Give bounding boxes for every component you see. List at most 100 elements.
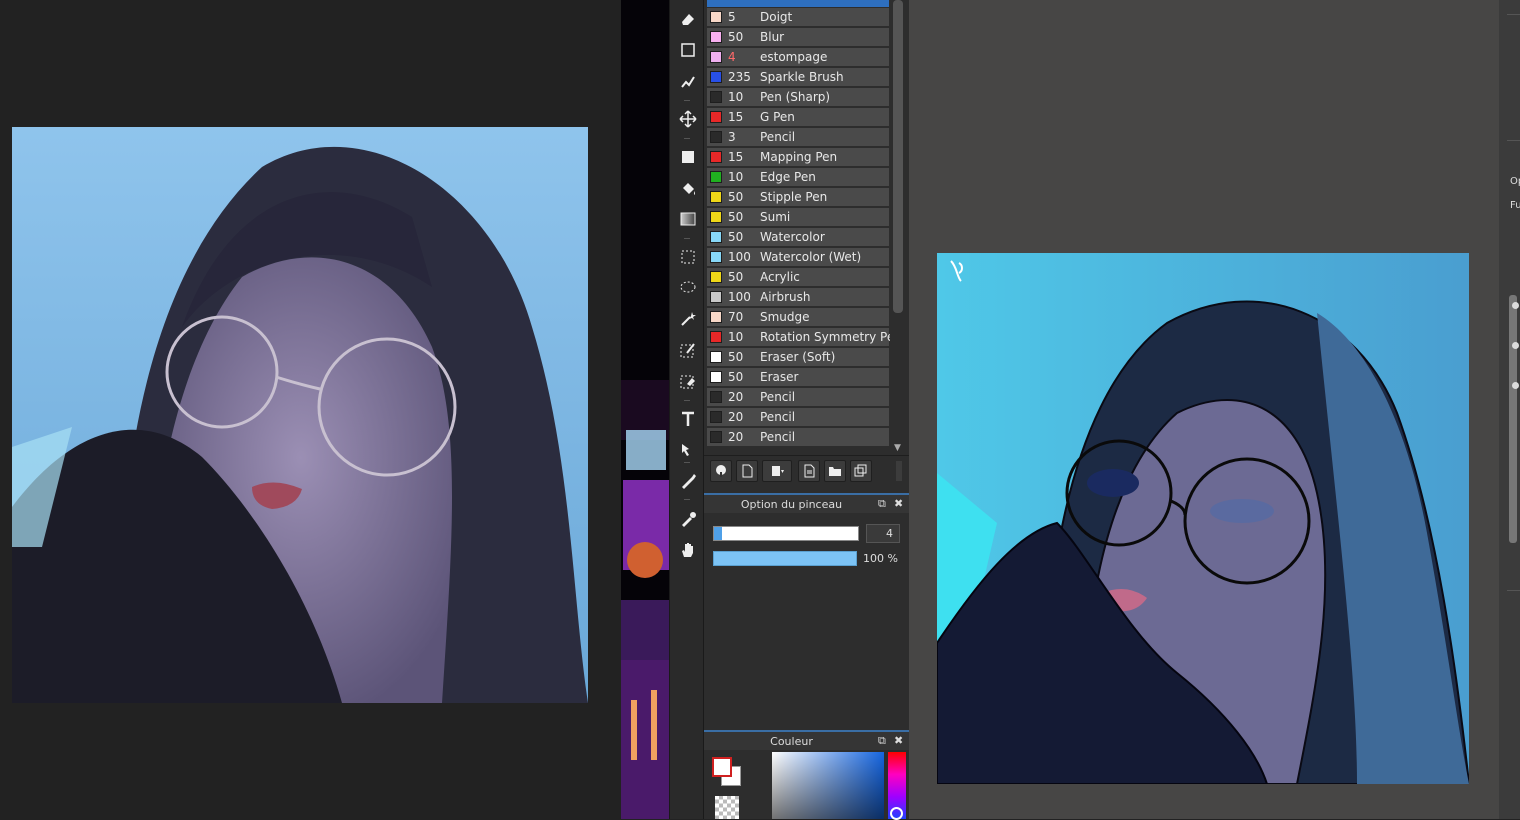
canvas-area[interactable] xyxy=(909,0,1499,819)
brush-actions-bar xyxy=(704,455,909,485)
brush-row[interactable]: 50 Watercolor xyxy=(707,228,889,247)
brush-size: 15 xyxy=(728,150,744,164)
brush-color-swatch xyxy=(710,231,722,243)
folder-icon[interactable] xyxy=(824,460,846,482)
hand-icon[interactable] xyxy=(675,537,700,562)
brush-row[interactable]: 10 Rotation Symmetry Pen xyxy=(707,328,890,347)
brush-name: Doigt xyxy=(760,10,793,24)
brush-row[interactable]: 20 Pencil xyxy=(707,388,889,407)
text-icon[interactable] xyxy=(675,406,700,431)
right-side-panel: Op Fu xyxy=(1499,0,1520,819)
brush-row[interactable]: 5 Doigt xyxy=(707,8,889,27)
brush-row[interactable]: 50 Blur xyxy=(707,28,889,47)
brush-size: 50 xyxy=(728,190,744,204)
brush-color-swatch xyxy=(710,191,722,203)
brush-name: Eraser xyxy=(760,370,799,384)
brush-row[interactable]: 100 Watercolor (Wet) xyxy=(707,248,889,267)
select-pen-icon[interactable] xyxy=(675,337,700,362)
move-icon[interactable] xyxy=(675,106,700,131)
brush-settings-icon[interactable] xyxy=(798,460,820,482)
brush-color-swatch xyxy=(710,91,722,103)
select-rect-icon[interactable] xyxy=(675,244,700,269)
shape-icon[interactable] xyxy=(675,37,700,62)
undock-icon[interactable]: ⧉ xyxy=(878,497,886,511)
brush-row[interactable]: 235 Sparkle Brush xyxy=(707,68,889,87)
brush-stroke-icon[interactable] xyxy=(675,69,700,94)
brush-row-selected[interactable] xyxy=(707,0,889,8)
brush-row[interactable]: 50 Eraser xyxy=(707,368,889,387)
pen-icon[interactable] xyxy=(675,468,700,493)
brush-name: Pen (Sharp) xyxy=(760,90,831,104)
brush-color-swatch xyxy=(710,71,722,83)
brush-row[interactable]: 20 Pencil xyxy=(707,408,889,427)
brush-row[interactable]: 50 Sumi xyxy=(707,208,889,227)
brush-color-swatch xyxy=(710,331,722,343)
reference-panel xyxy=(0,0,621,819)
download-brush-icon[interactable] xyxy=(710,460,732,482)
saturation-value-picker[interactable] xyxy=(772,752,884,819)
brush-size: 10 xyxy=(728,170,744,184)
brush-color-swatch xyxy=(710,271,722,283)
brush-color-swatch xyxy=(710,351,722,363)
brush-row[interactable]: 50 Eraser (Soft) xyxy=(707,348,889,367)
close-icon[interactable]: ✖ xyxy=(894,497,903,510)
scroll-thumb[interactable] xyxy=(893,0,903,313)
color-panel-title: Couleur xyxy=(770,735,813,748)
magic-wand-icon[interactable] xyxy=(675,306,700,331)
brush-row[interactable]: 4 estompage xyxy=(707,48,889,67)
brush-menu-icon[interactable] xyxy=(762,460,792,482)
gradient-icon[interactable] xyxy=(675,206,700,231)
brush-size: 5 xyxy=(728,10,736,24)
brush-row[interactable]: 70 Smudge xyxy=(707,308,889,327)
background-image-strip xyxy=(621,0,669,819)
brush-row[interactable]: 10 Pen (Sharp) xyxy=(707,88,889,107)
brush-row[interactable]: 3 Pencil xyxy=(707,128,889,147)
brush-size: 100 xyxy=(728,250,751,264)
foreground-color-swatch[interactable] xyxy=(712,757,732,777)
brush-size-slider[interactable] xyxy=(713,526,859,541)
brush-color-swatch xyxy=(710,171,722,183)
select-eraser-icon[interactable] xyxy=(675,368,700,393)
eyedropper-icon[interactable] xyxy=(675,506,700,531)
undock-icon[interactable]: ⧉ xyxy=(878,734,886,748)
tool-palette xyxy=(669,0,704,819)
brush-row[interactable]: 50 Acrylic xyxy=(707,268,889,287)
brush-list-scrollbar[interactable]: ▼ xyxy=(891,0,905,453)
brush-name: estompage xyxy=(760,50,828,64)
brush-name: Edge Pen xyxy=(760,170,816,184)
brush-row[interactable]: 50 Stipple Pen xyxy=(707,188,889,207)
brush-color-swatch xyxy=(710,211,722,223)
brush-size: 20 xyxy=(728,430,744,444)
brush-color-swatch xyxy=(710,51,722,63)
brush-name: Airbrush xyxy=(760,290,811,304)
eraser-icon[interactable] xyxy=(675,6,700,31)
brush-row[interactable]: 100 Airbrush xyxy=(707,288,889,307)
new-brush-icon[interactable] xyxy=(736,460,758,482)
layer-move-icon[interactable] xyxy=(675,437,700,462)
close-icon[interactable]: ✖ xyxy=(894,734,903,747)
bucket-icon[interactable] xyxy=(675,176,700,201)
brush-size: 20 xyxy=(728,390,744,404)
right-panel-scrollbar[interactable] xyxy=(1509,295,1517,543)
brush-color-swatch xyxy=(710,291,722,303)
brush-row[interactable]: 20 Pencil xyxy=(707,428,889,447)
brush-color-swatch xyxy=(710,371,722,383)
brush-row[interactable]: 15 G Pen xyxy=(707,108,889,127)
brush-color-swatch xyxy=(710,431,722,443)
hue-slider-handle[interactable] xyxy=(890,807,903,820)
lasso-icon[interactable] xyxy=(675,275,700,300)
brush-color-swatch xyxy=(710,391,722,403)
right-panel-label-1: Op xyxy=(1510,176,1520,187)
scroll-down-icon[interactable]: ▼ xyxy=(894,443,901,453)
brush-size-value[interactable]: 4 xyxy=(866,524,900,543)
brush-option-header: Option du pinceau ⧉ ✖ xyxy=(704,493,909,513)
drawing-canvas[interactable] xyxy=(937,253,1469,784)
brush-option-body: 4 100 % xyxy=(704,514,909,730)
transparent-color-swatch[interactable] xyxy=(715,796,739,819)
fill-rect-icon[interactable] xyxy=(675,144,700,169)
brush-row[interactable]: 10 Edge Pen xyxy=(707,168,889,187)
brush-row[interactable]: 15 Mapping Pen xyxy=(707,148,889,167)
brush-name: G Pen xyxy=(760,110,795,124)
brush-opacity-slider[interactable] xyxy=(713,551,857,566)
duplicate-icon[interactable] xyxy=(850,460,872,482)
